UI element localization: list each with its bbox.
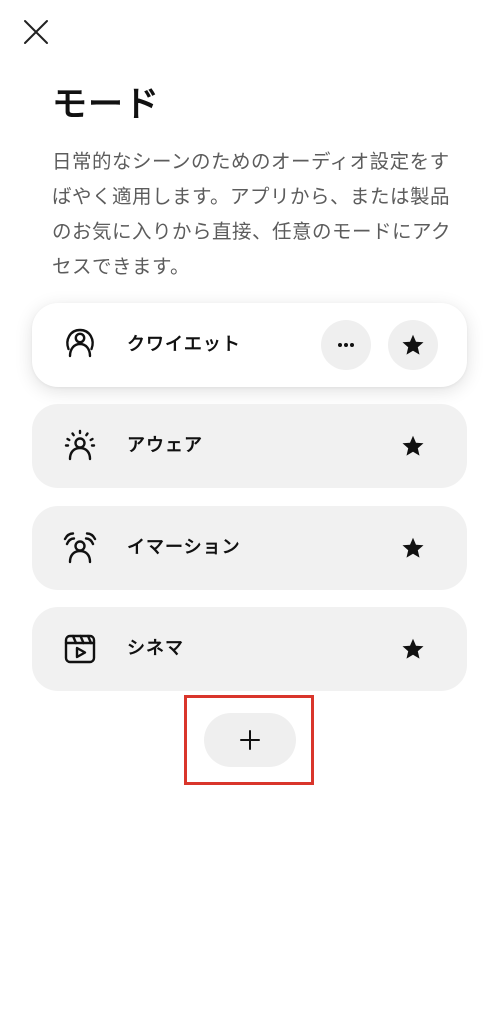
favorite-button[interactable] — [388, 624, 438, 674]
more-options-button[interactable] — [321, 320, 371, 370]
mode-card-cinema[interactable]: シネマ — [32, 607, 467, 691]
favorite-button[interactable] — [388, 421, 438, 471]
mode-label: イマーション — [127, 537, 241, 558]
star-icon — [402, 334, 424, 355]
star-icon — [402, 638, 424, 659]
mode-label: クワイエット — [127, 334, 241, 355]
add-mode-button[interactable] — [204, 713, 296, 767]
aware-mode-icon — [60, 426, 100, 466]
mode-card-immersion[interactable]: イマーション — [32, 506, 467, 590]
close-button[interactable] — [18, 14, 54, 50]
mode-label: シネマ — [127, 638, 184, 659]
star-icon — [402, 537, 424, 558]
mode-card-quiet[interactable]: クワイエット — [32, 303, 467, 387]
mode-card-aware[interactable]: アウェア — [32, 404, 467, 488]
cinema-mode-icon — [60, 629, 100, 669]
immersion-mode-icon — [60, 528, 100, 568]
close-icon — [24, 20, 48, 44]
star-icon — [402, 435, 424, 456]
favorite-button[interactable] — [388, 320, 438, 370]
favorite-button[interactable] — [388, 523, 438, 573]
page-description: 日常的なシーンのためのオーディオ設定をすばやく適用します。アプリから、または製品… — [52, 150, 452, 278]
mode-label: アウェア — [127, 435, 203, 456]
plus-icon — [240, 730, 260, 750]
page-title: モード — [52, 85, 161, 125]
more-icon — [338, 343, 354, 347]
quiet-mode-icon — [60, 325, 100, 365]
